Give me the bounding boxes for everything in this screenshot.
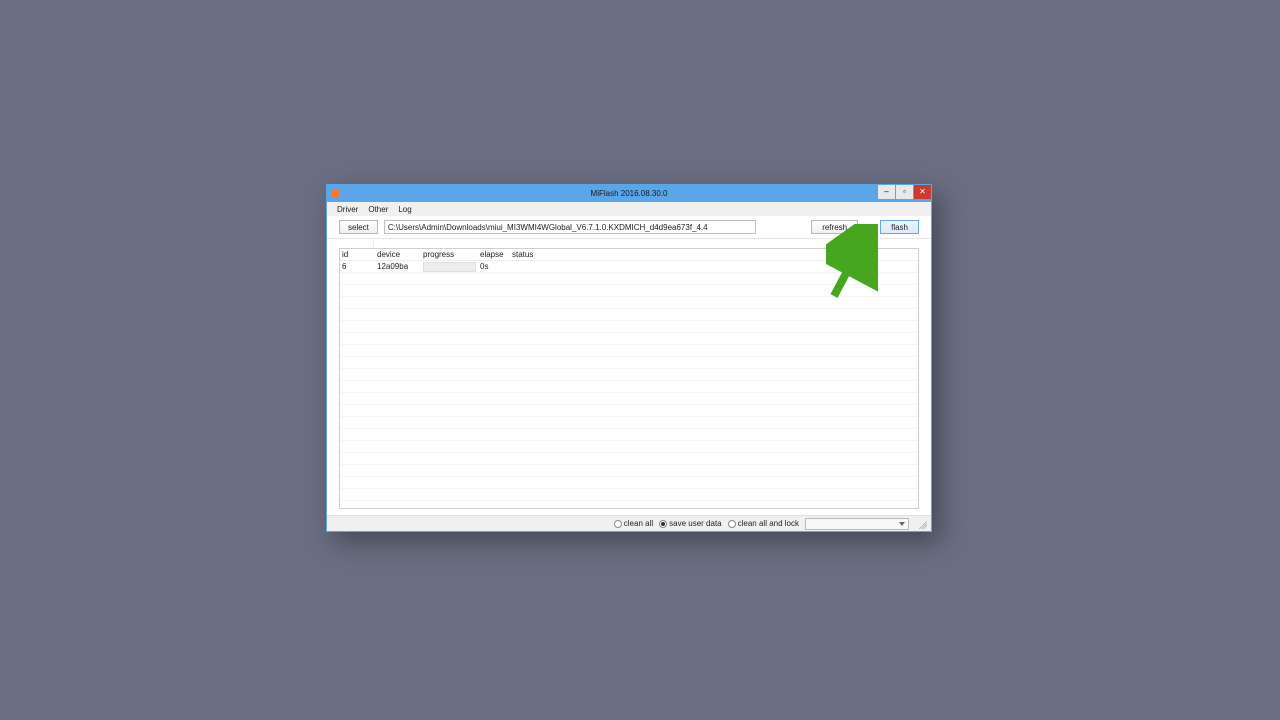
radio-label: clean all [624, 519, 653, 528]
radio-clean-all[interactable]: clean all [614, 519, 653, 528]
menu-log[interactable]: Log [398, 205, 411, 214]
menu-other[interactable]: Other [368, 205, 388, 214]
minimize-button[interactable]: – [878, 185, 895, 199]
cell-device: 12a09ba [375, 262, 421, 271]
select-button[interactable]: select [339, 220, 378, 234]
table-row[interactable]: 6 12a09ba 0s [340, 261, 918, 273]
cell-progress [421, 262, 478, 272]
device-table: id device progress elapse status result … [339, 248, 919, 509]
toolbar-separator [327, 238, 931, 248]
refresh-button[interactable]: refresh [811, 220, 858, 234]
header-status[interactable]: status [510, 250, 851, 259]
radio-icon [614, 520, 622, 528]
cell-id: 6 [340, 262, 375, 271]
menu-driver[interactable]: Driver [337, 205, 358, 214]
resize-grip-icon[interactable] [917, 519, 927, 529]
radio-label: save user data [669, 519, 721, 528]
status-bar: clean all save user data clean all and l… [327, 515, 931, 531]
flash-button[interactable]: flash [880, 220, 919, 234]
header-progress[interactable]: progress [421, 250, 478, 259]
header-result[interactable]: result [851, 250, 913, 259]
toolbar: select C:\Users\Admin\Downloads\miui_MI3… [327, 216, 931, 238]
rom-path-input[interactable]: C:\Users\Admin\Downloads\miui_MI3WMI4WGl… [384, 220, 756, 234]
window-controls: – ▫ ✕ [878, 185, 931, 199]
grid-background [340, 273, 918, 508]
menu-bar: Driver Other Log [327, 202, 931, 216]
app-window: MiFlash 2016.08.30.0 – ▫ ✕ Driver Other … [326, 184, 932, 532]
options-dropdown[interactable] [805, 518, 909, 530]
header-id[interactable]: id [340, 250, 375, 259]
header-elapse[interactable]: elapse [478, 250, 510, 259]
app-icon [331, 190, 339, 198]
radio-clean-all-and-lock[interactable]: clean all and lock [728, 519, 799, 528]
header-device[interactable]: device [375, 250, 421, 259]
window-title: MiFlash 2016.08.30.0 [591, 189, 668, 198]
cell-elapse: 0s [478, 262, 510, 271]
titlebar[interactable]: MiFlash 2016.08.30.0 – ▫ ✕ [327, 185, 931, 202]
maximize-button[interactable]: ▫ [896, 185, 913, 199]
radio-label: clean all and lock [738, 519, 799, 528]
progress-bar [423, 262, 476, 272]
radio-icon [728, 520, 736, 528]
table-header: id device progress elapse status result [340, 249, 918, 261]
radio-save-user-data[interactable]: save user data [659, 519, 721, 528]
close-button[interactable]: ✕ [914, 185, 931, 199]
radio-icon [659, 520, 667, 528]
